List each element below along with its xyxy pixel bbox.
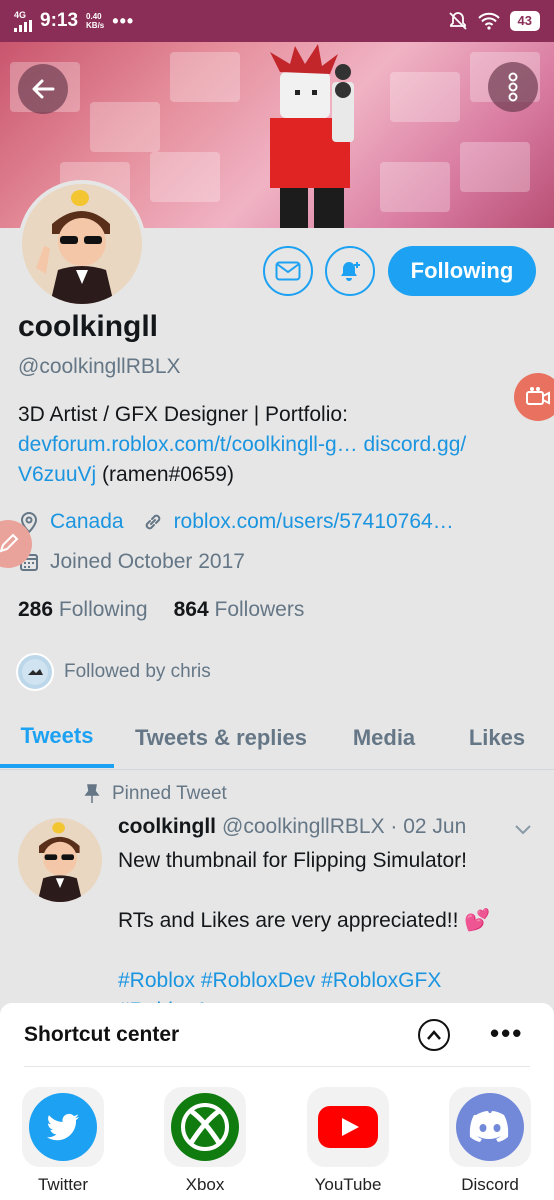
collapse-button[interactable] [418,1019,450,1051]
chevron-up-icon [427,1030,441,1040]
app-label: Discord [461,1175,519,1194]
chevron-down-icon[interactable] [512,818,534,840]
pin-icon [84,784,100,803]
video-camera-icon [526,387,550,405]
location-text[interactable]: Canada [50,510,124,534]
status-bar: 4G 9:13 0.40 KB/s ••• 43 [0,0,554,42]
link-icon [142,511,164,533]
arrow-left-icon [32,79,55,99]
tab-tweets[interactable]: Tweets [0,708,114,768]
roblox-character-image [270,44,354,228]
wifi-icon [477,12,500,30]
notifications-button[interactable] [325,246,375,296]
network-speed: 0.40 KB/s [86,12,105,30]
envelope-icon [275,261,301,281]
website-link[interactable]: roblox.com/users/57410764… [174,510,454,534]
avatar-illustration [18,818,102,902]
profile-tabs: Tweets Tweets & replies Media Likes [0,708,554,770]
tweet-body: New thumbnail for Flipping Simulator! RT… [118,846,538,1026]
mute-bell-icon [448,12,467,30]
battery-indicator: 43 [509,11,540,31]
tab-media[interactable]: Media [328,708,440,768]
tab-likes[interactable]: Likes [440,708,554,768]
signal-indicator: 4G [14,9,32,32]
bio-tail: (ramen#0659) [96,463,234,486]
bio-text: 3D Artist / GFX Designer | Portfolio: [18,403,348,426]
tab-tweets-replies[interactable]: Tweets & replies [114,708,328,768]
following-button[interactable]: Following [388,246,536,296]
tweet-header: coolkingll @coolkingllRBLX · 02 Jun [118,815,466,839]
sheet-more-button[interactable]: ••• [490,1020,523,1046]
discord-icon [456,1093,524,1161]
profile-bio: 3D Artist / GFX Designer | Portfolio: de… [18,400,538,490]
tweet-author-name[interactable]: coolkingll [118,815,216,839]
followed-by-text: Followed by chris [64,661,211,682]
shortcut-app-youtube[interactable]: YouTube [307,1087,389,1195]
shortcut-center-title: Shortcut center [24,1023,180,1046]
shortcut-center-sheet: Shortcut center ••• Twitter Xbox YouTube… [0,1003,554,1200]
bio-link-devforum[interactable]: devforum.roblox.com/t/coolkingll-g… [18,433,358,456]
joined-text: Joined October 2017 [50,550,245,573]
shortcut-app-twitter[interactable]: Twitter [22,1087,104,1195]
screen-record-button[interactable] [514,373,554,421]
tweet-line-2: RTs and Likes are very appreciated!! 💕 [118,909,491,932]
bio-link-discord-code[interactable]: V6zuuVj [18,463,96,486]
back-button[interactable] [18,64,68,114]
clock: 9:13 [40,10,79,31]
followers-count-link[interactable]: 864 Followers [174,598,305,622]
twitter-icon [29,1093,97,1161]
avatar-illustration [22,184,142,304]
bio-link-discord[interactable]: discord.gg/ [363,433,466,456]
tweet-hashtags[interactable]: #Roblox #RobloxDev #RobloxGFX [118,966,538,996]
shortcut-app-xbox[interactable]: Xbox [164,1087,246,1195]
youtube-icon [318,1106,378,1148]
tweet-handle-date: @coolkingllRBLX · 02 Jun [222,815,467,838]
pen-icon [0,533,19,553]
xbox-icon [171,1093,239,1161]
user-handle: @coolkingllRBLX [18,355,181,378]
network-type: 4G [14,9,27,20]
follower-avatar [16,653,54,691]
divider [24,1066,530,1067]
more-notifications: ••• [112,10,135,31]
app-label: Twitter [37,1175,89,1194]
tweet-line-1: New thumbnail for Flipping Simulator! [118,849,467,872]
display-name: coolkingll [18,310,159,343]
app-label: Xbox [185,1175,225,1194]
app-label: YouTube [314,1175,382,1194]
signal-bars-icon [14,19,32,32]
tweet-author-avatar[interactable] [18,818,102,902]
more-options-button[interactable] [488,62,538,112]
followed-by-row[interactable]: Followed by chris [16,653,211,691]
message-button[interactable] [263,246,313,296]
profile-meta-location-website: Canada roblox.com/users/57410764… [18,510,454,534]
vertical-dots-icon [508,72,518,102]
joined-date-row: Joined October 2017 [18,550,245,574]
following-count-link[interactable]: 286 Following [18,598,148,622]
pinned-tweet-label: Pinned Tweet [84,783,227,805]
follow-counts: 286 Following 864 Followers [18,598,304,622]
shortcut-app-discord[interactable]: Discord [449,1087,531,1195]
profile-avatar[interactable] [18,180,146,308]
bell-plus-icon [341,262,360,281]
